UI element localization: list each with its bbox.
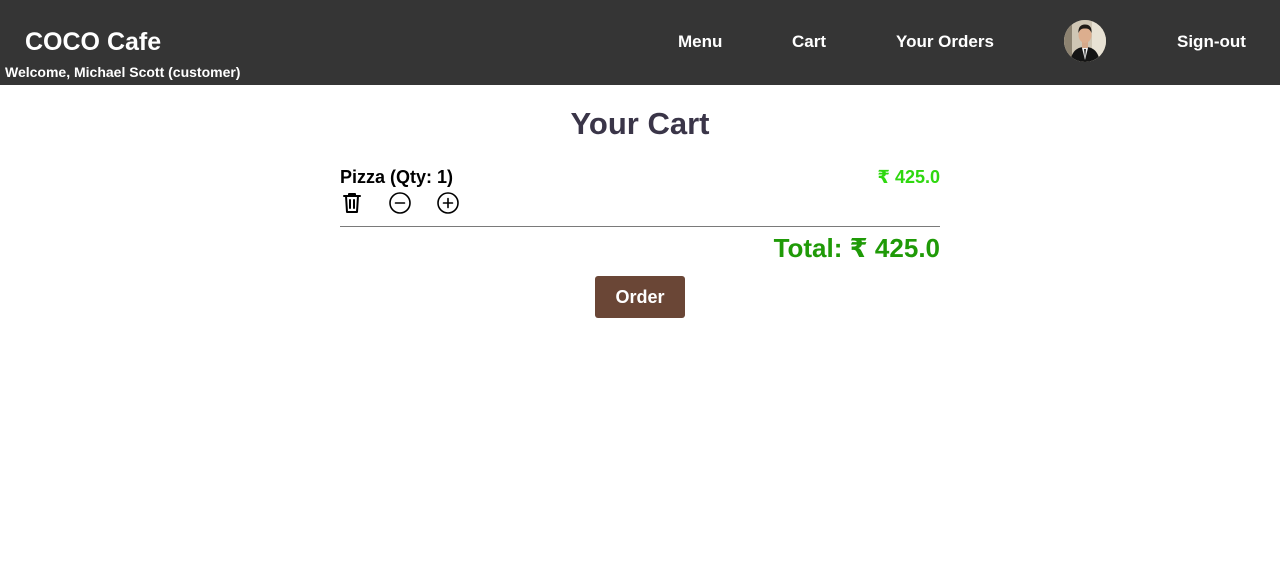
nav-link-cart[interactable]: Cart xyxy=(792,32,826,52)
user-avatar[interactable] xyxy=(1064,20,1106,62)
plus-circle-icon[interactable] xyxy=(436,191,460,215)
order-button[interactable]: Order xyxy=(595,276,685,318)
minus-circle-icon[interactable] xyxy=(388,191,412,215)
nav-link-your-orders[interactable]: Your Orders xyxy=(896,32,994,52)
welcome-text: Welcome, Michael Scott (customer) xyxy=(5,64,241,80)
cart-item-name: Pizza (Qty: 1) xyxy=(340,167,454,187)
divider xyxy=(340,226,940,227)
nav-link-sign-out[interactable]: Sign-out xyxy=(1177,32,1246,52)
cart-item-price: ₹ 425.0 xyxy=(877,167,940,187)
nav-link-menu[interactable]: Menu xyxy=(678,32,722,52)
navbar: COCO Cafe Welcome, Michael Scott (custom… xyxy=(0,0,1280,85)
trash-icon[interactable] xyxy=(340,191,364,215)
cart-total: Total: ₹ 425.0 xyxy=(773,233,940,263)
avatar-image xyxy=(1064,20,1106,62)
brand-title[interactable]: COCO Cafe xyxy=(25,28,161,56)
page-title: Your Cart xyxy=(570,106,710,141)
